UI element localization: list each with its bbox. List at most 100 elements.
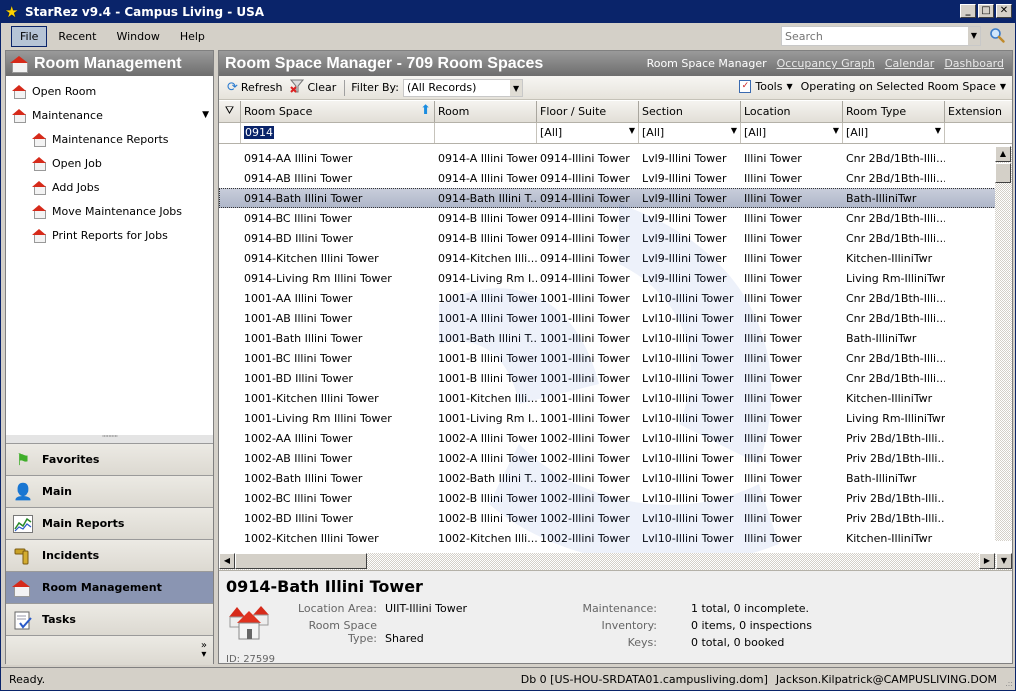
maximize-button[interactable]: □ (978, 4, 994, 18)
filter-floor-suite-select[interactable]: [All] ▼ (537, 123, 639, 143)
cell-room-type: Kitchen-IlliniTwr (846, 531, 933, 545)
scroll-left-arrow-icon[interactable]: ◀ (219, 553, 235, 569)
nav-item-maintenance[interactable]: Maintenance ▼ (6, 103, 213, 127)
menu-help[interactable]: Help (171, 26, 214, 47)
cell-room-type: Cnr 2Bd/1Bth-Illi... (846, 151, 945, 165)
grid-vertical-scrollbar[interactable]: ▲ (995, 146, 1012, 541)
table-row-selected[interactable]: 0914-Bath Illini Tower 0914-Bath Illini T… (219, 188, 1012, 208)
column-header-floor-suite[interactable]: Floor / Suite (537, 101, 639, 122)
table-row[interactable]: 1001-Bath Illini Tower 1001-Bath Illini T… (219, 328, 1012, 348)
outlook-incidents[interactable]: Incidents (6, 539, 213, 571)
scroll-down-arrow-icon[interactable]: ▼ (996, 553, 1012, 569)
cell-floor-suite: 0914-Illini Tower (540, 171, 630, 185)
table-row[interactable]: 1002-BC Illini Tower 1002-B Illini Tower 1… (219, 488, 1012, 508)
table-row[interactable]: 1001-BC Illini Tower 1001-B Illini Tower 1… (219, 348, 1012, 368)
collapse-caret-icon[interactable]: ▼ (202, 110, 209, 120)
cell-section: Lvl10-Illini Tower (642, 391, 734, 405)
menu-recent[interactable]: Recent (49, 26, 105, 47)
column-header-room-type[interactable]: Room Type (843, 101, 945, 122)
link-room-space-manager[interactable]: Room Space Manager (647, 57, 767, 70)
status-right: Db 0 [US-HOU-SRDATA01.campusliving.dom] … (521, 673, 997, 686)
database-info: Db 0 [US-HOU-SRDATA01.campusliving.dom] (520, 673, 768, 686)
filter-room-type-select[interactable]: [All] ▼ (843, 123, 945, 143)
field-label: Keys: (627, 636, 657, 649)
cell-section: Lvl10-Illini Tower (642, 491, 734, 505)
grid-horizontal-scrollbar[interactable]: ◀ ▶ ▼ (219, 553, 1012, 570)
panel-splitter-handle[interactable]: ·········· (6, 433, 213, 443)
house-icon (32, 157, 46, 171)
nav-item-add-jobs[interactable]: Add Jobs (6, 175, 213, 199)
scroll-right-arrow-icon[interactable]: ▶ (979, 553, 995, 569)
filter-location-select[interactable]: [All] ▼ (741, 123, 843, 143)
filter-by-select[interactable]: (All Records) ▼ (402, 78, 523, 97)
column-header-room[interactable]: Room (435, 101, 537, 122)
cell-room-space: 1001-AB Illini Tower (244, 311, 353, 325)
search-dropdown-icon[interactable]: ▼ (968, 27, 980, 45)
scroll-up-arrow-icon[interactable]: ▲ (995, 146, 1011, 162)
outlook-main[interactable]: 👤 Main (6, 475, 213, 507)
grid-toolbar: ⟳ Refresh Clear Filter By: (All Records)… (219, 76, 1012, 100)
cell-room-type: Priv 2Bd/1Bth-Illi... (846, 431, 945, 445)
nav-item-print-reports-for-jobs[interactable]: Print Reports for Jobs (6, 223, 213, 247)
filter-toggle-icon[interactable]: ⛛ (219, 101, 241, 122)
outlook-tasks[interactable]: Tasks (6, 603, 213, 635)
table-row[interactable]: 1001-AB Illini Tower 1001-A Illini Tower 1… (219, 308, 1012, 328)
column-header-extension[interactable]: Extension (945, 101, 1005, 122)
table-row[interactable]: 1001-AA Illini Tower 1001-A Illini Tower 1… (219, 288, 1012, 308)
vertical-scroll-thumb[interactable] (995, 163, 1011, 183)
table-row[interactable]: 1001-Kitchen Illini Tower 1001-Kitchen Il… (219, 388, 1012, 408)
column-header-room-space[interactable]: Room Space ⬆ (241, 101, 435, 122)
cell-location: Illini Tower (744, 451, 802, 465)
table-row[interactable]: 1002-AA Illini Tower 1002-A Illini Tower 1… (219, 428, 1012, 448)
outlook-room-management[interactable]: Room Management (6, 571, 213, 603)
table-row[interactable]: 1001-BD Illini Tower 1001-B Illini Tower 1… (219, 368, 1012, 388)
link-occupancy-graph[interactable]: Occupancy Graph (777, 57, 875, 70)
nav-item-maintenance-reports[interactable]: Maintenance Reports (6, 127, 213, 151)
filter-room-space-input[interactable]: 0914 (241, 123, 435, 143)
table-row[interactable]: 0914-AA Illini Tower 0914-A Illini Tower 0… (219, 148, 1012, 168)
search-icon[interactable] (989, 27, 1005, 43)
table-row[interactable]: 0914-BC Illini Tower 0914-B Illini Tower 0… (219, 208, 1012, 228)
clear-button[interactable]: Clear (290, 79, 336, 97)
outlook-favorites[interactable]: ⚑ Favorites (6, 443, 213, 475)
link-dashboard[interactable]: Dashboard (944, 57, 1004, 70)
close-button[interactable]: ✕ (996, 4, 1012, 18)
refresh-button[interactable]: ⟳ Refresh (227, 80, 282, 95)
nav-item-open-job[interactable]: Open Job (6, 151, 213, 175)
room-space-type-field: Room Space Type: Shared (279, 619, 424, 645)
outlook-main-reports[interactable]: Main Reports (6, 507, 213, 539)
configure-buttons-icon[interactable]: » ▾ (201, 641, 207, 660)
resize-grip-icon[interactable]: .:: (1005, 679, 1013, 688)
filter-extension-input[interactable] (945, 123, 1005, 143)
table-row[interactable]: 0914-BD Illini Tower 0914-B Illini Tower 0… (219, 228, 1012, 248)
link-calendar[interactable]: Calendar (885, 57, 934, 70)
column-header-section[interactable]: Section (639, 101, 741, 122)
tools-menu-button[interactable]: ✓ Tools ▼ (739, 80, 793, 93)
nav-item-move-maintenance-jobs[interactable]: Move Maintenance Jobs (6, 199, 213, 223)
table-row[interactable]: 1002-BD Illini Tower 1002-B Illini Tower 1… (219, 508, 1012, 528)
menu-file[interactable]: File (11, 25, 48, 47)
table-row[interactable]: 1001-Living Rm Illini Tower 1001-Living R… (219, 408, 1012, 428)
table-row[interactable]: 0914-Kitchen Illini Tower 0914-Kitchen Il… (219, 248, 1012, 268)
column-header-location[interactable]: Location (741, 101, 843, 122)
search-input[interactable] (782, 27, 968, 45)
table-row[interactable]: 1002-AB Illini Tower 1002-A Illini Tower 1… (219, 448, 1012, 468)
filter-section-select[interactable]: [All] ▼ (639, 123, 741, 143)
cell-section: Lvl9-Illini Tower (642, 271, 727, 285)
minimize-button[interactable]: _ (960, 4, 976, 18)
cell-section: Lvl10-Illini Tower (642, 331, 734, 345)
field-value: UIIT-Illini Tower (385, 602, 468, 615)
cell-section: Lvl10-Illini Tower (642, 371, 734, 385)
operating-mode-dropdown[interactable]: Operating on Selected Room Space ▼ (801, 80, 1006, 93)
location-area-field: Location Area: UIIT-Illini Tower (279, 602, 467, 615)
table-row[interactable]: 1002-Bath Illini Tower 1002-Bath Illini T… (219, 468, 1012, 488)
filter-room-input[interactable] (435, 123, 537, 143)
table-row[interactable]: 0914-Living Rm Illini Tower 0914-Living R… (219, 268, 1012, 288)
filter-value: [All] (846, 126, 869, 139)
horizontal-scroll-thumb[interactable] (235, 553, 367, 569)
table-row[interactable]: 0914-AB Illini Tower 0914-A Illini Tower 0… (219, 168, 1012, 188)
nav-item-open-room[interactable]: Open Room (6, 79, 213, 103)
menu-window[interactable]: Window (107, 26, 168, 47)
field-value: 1 total, 0 incomplete. (691, 602, 810, 615)
table-row[interactable]: 1002-Kitchen Illini Tower 1002-Kitchen Il… (219, 528, 1012, 548)
